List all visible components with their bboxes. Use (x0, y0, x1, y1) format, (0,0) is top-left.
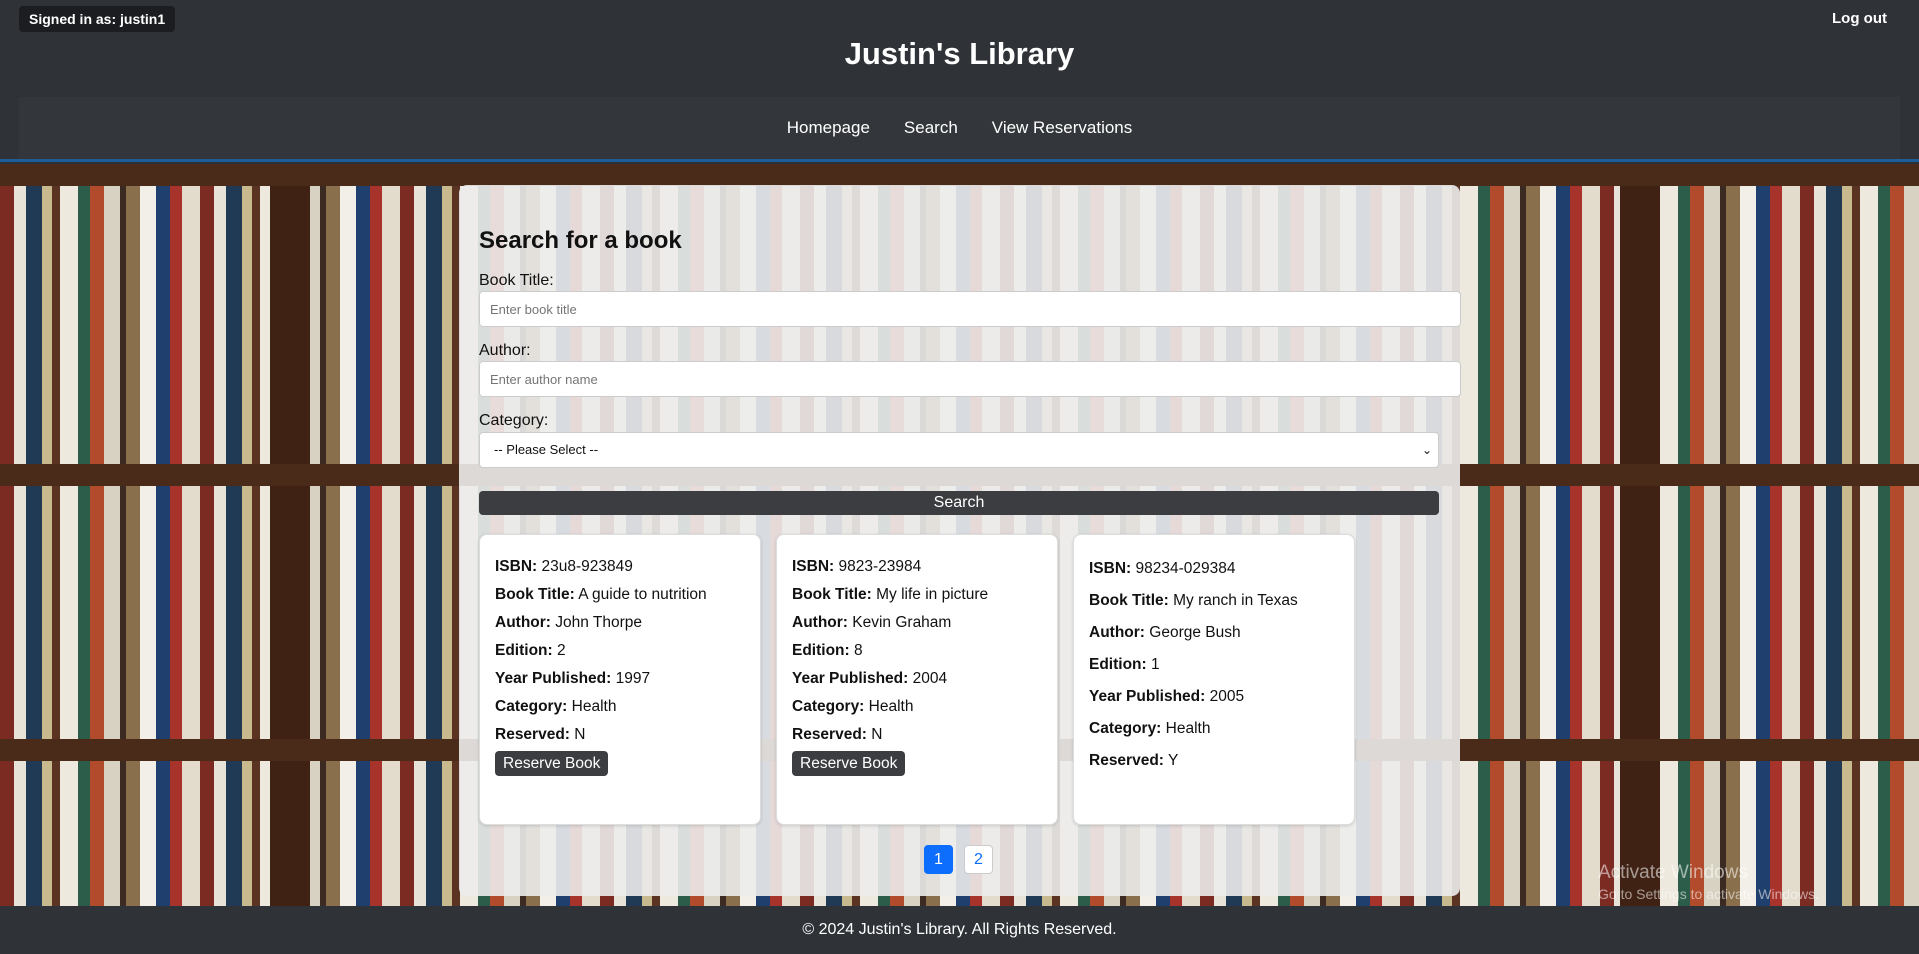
author-field: Author: John Thorpe (495, 614, 643, 631)
signed-in-badge: Signed in as: justin1 (19, 6, 176, 32)
category-select[interactable]: -- Please Select -- ⌄ (479, 432, 1439, 468)
reserved-field: Reserved: Y (1089, 752, 1179, 769)
shelf-board (0, 164, 1919, 186)
author-label: Author: (479, 342, 531, 359)
book-card: ISBN: 23u8-923849 Book Title: A guide to… (479, 534, 761, 825)
activate-windows-watermark: Activate Windows Go to Settings to activ… (1598, 862, 1819, 902)
title-field: Book Title: A guide to nutrition (495, 586, 707, 603)
site-title: Justin's Library (844, 36, 1075, 71)
reserve-book-button[interactable]: Reserve Book (792, 751, 906, 776)
title-field: Book Title: My life in picture (792, 586, 989, 603)
page-1-button[interactable]: 1 (924, 845, 953, 874)
header: Signed in as: justin1 Log out Justin's L… (0, 0, 1919, 162)
page-2-button[interactable]: 2 (964, 845, 993, 874)
isbn-field: ISBN: 23u8-923849 (495, 558, 633, 575)
year-field: Year Published: 2005 (1089, 688, 1245, 705)
shelf-post (1620, 164, 1660, 906)
search-panel: Search for a book Book Title: Author: Ca… (459, 185, 1461, 896)
author-field: Author: Kevin Graham (792, 614, 952, 631)
reserve-book-button[interactable]: Reserve Book (495, 751, 609, 776)
logout-link[interactable]: Log out (1832, 10, 1887, 27)
nav-view-reservations[interactable]: View Reservations (992, 118, 1132, 138)
search-heading: Search for a book (479, 227, 682, 254)
book-title-label: Book Title: (479, 272, 554, 289)
category-selected-value: -- Please Select -- (494, 442, 599, 457)
main-nav: Homepage Search View Reservations (19, 97, 1900, 159)
nav-homepage[interactable]: Homepage (787, 118, 870, 138)
book-title-input[interactable] (479, 291, 1461, 327)
reserved-field: Reserved: N (495, 726, 586, 743)
chevron-down-icon: ⌄ (1421, 443, 1432, 457)
edition-field: Edition: 2 (495, 642, 566, 659)
category-field: Category: Health (792, 698, 914, 715)
title-field: Book Title: My ranch in Texas (1089, 592, 1298, 609)
reserved-field: Reserved: N (792, 726, 883, 743)
book-card: ISBN: 9823-23984 Book Title: My life in … (776, 534, 1058, 825)
year-field: Year Published: 1997 (495, 670, 651, 687)
category-field: Category: Health (1089, 720, 1211, 737)
isbn-field: ISBN: 98234-029384 (1089, 560, 1236, 577)
search-button[interactable]: Search (479, 491, 1439, 515)
pagination: 1 2 (924, 845, 993, 874)
category-field: Category: Health (495, 698, 617, 715)
category-label: Category: (479, 412, 549, 429)
book-card: ISBN: 98234-029384 Book Title: My ranch … (1073, 534, 1355, 825)
isbn-field: ISBN: 9823-23984 (792, 558, 922, 575)
shelf-post (270, 164, 310, 906)
author-field: Author: George Bush (1089, 624, 1241, 641)
footer: © 2024 Justin's Library. All Rights Rese… (0, 906, 1919, 954)
author-input[interactable] (479, 361, 1461, 397)
edition-field: Edition: 1 (1089, 656, 1160, 673)
nav-search[interactable]: Search (904, 118, 958, 138)
edition-field: Edition: 8 (792, 642, 863, 659)
year-field: Year Published: 2004 (792, 670, 948, 687)
